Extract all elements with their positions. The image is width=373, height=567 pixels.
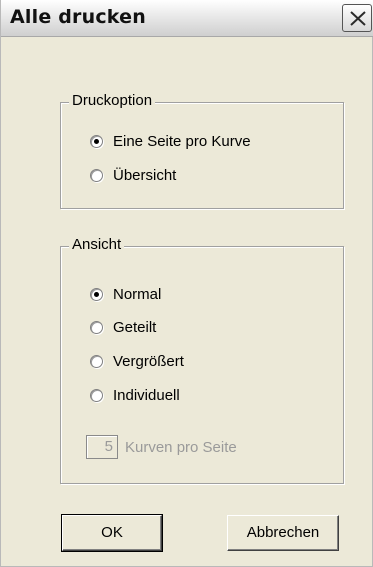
title-bar[interactable]: Alle drucken: [1, 0, 373, 37]
radio-label: Übersicht: [113, 166, 177, 184]
view-legend: Ansicht: [69, 236, 125, 254]
cancel-button[interactable]: Abbrechen: [227, 515, 339, 551]
radio-button[interactable]: [90, 287, 103, 301]
radio-overview[interactable]: Übersicht: [90, 164, 176, 186]
close-button[interactable]: [342, 4, 372, 32]
close-icon: [350, 11, 366, 26]
radio-label: Vergrößert: [113, 352, 184, 370]
radio-button[interactable]: [90, 354, 103, 368]
curves-per-page-label: Kurven pro Seite: [125, 438, 237, 456]
radio-label: Eine Seite pro Kurve: [113, 132, 251, 150]
radio-label: Geteilt: [113, 318, 157, 336]
print-option-group: Druckoption: [60, 92, 344, 209]
radio-label: Normal: [113, 285, 162, 303]
curves-per-page-input[interactable]: 5: [86, 435, 118, 459]
radio-one-page-per-curve[interactable]: Eine Seite pro Kurve: [90, 130, 251, 152]
radio-button[interactable]: [90, 168, 103, 182]
radio-button[interactable]: [90, 320, 103, 334]
curves-per-page-row: 5 Kurven pro Seite: [86, 433, 237, 461]
dialog-title: Alle drucken: [10, 6, 146, 28]
print-option-legend: Druckoption: [69, 92, 156, 110]
ok-button[interactable]: OK: [61, 514, 163, 552]
print-all-dialog: Alle drucken Druckoption Eine Seite pro …: [0, 0, 373, 567]
radio-normal[interactable]: Normal: [90, 283, 161, 305]
radio-button[interactable]: [90, 388, 103, 402]
radio-button[interactable]: [90, 134, 103, 148]
radio-enlarged[interactable]: Vergrößert: [90, 350, 184, 372]
radio-custom[interactable]: Individuell: [90, 384, 180, 406]
radio-split[interactable]: Geteilt: [90, 316, 156, 338]
radio-label: Individuell: [113, 386, 180, 404]
